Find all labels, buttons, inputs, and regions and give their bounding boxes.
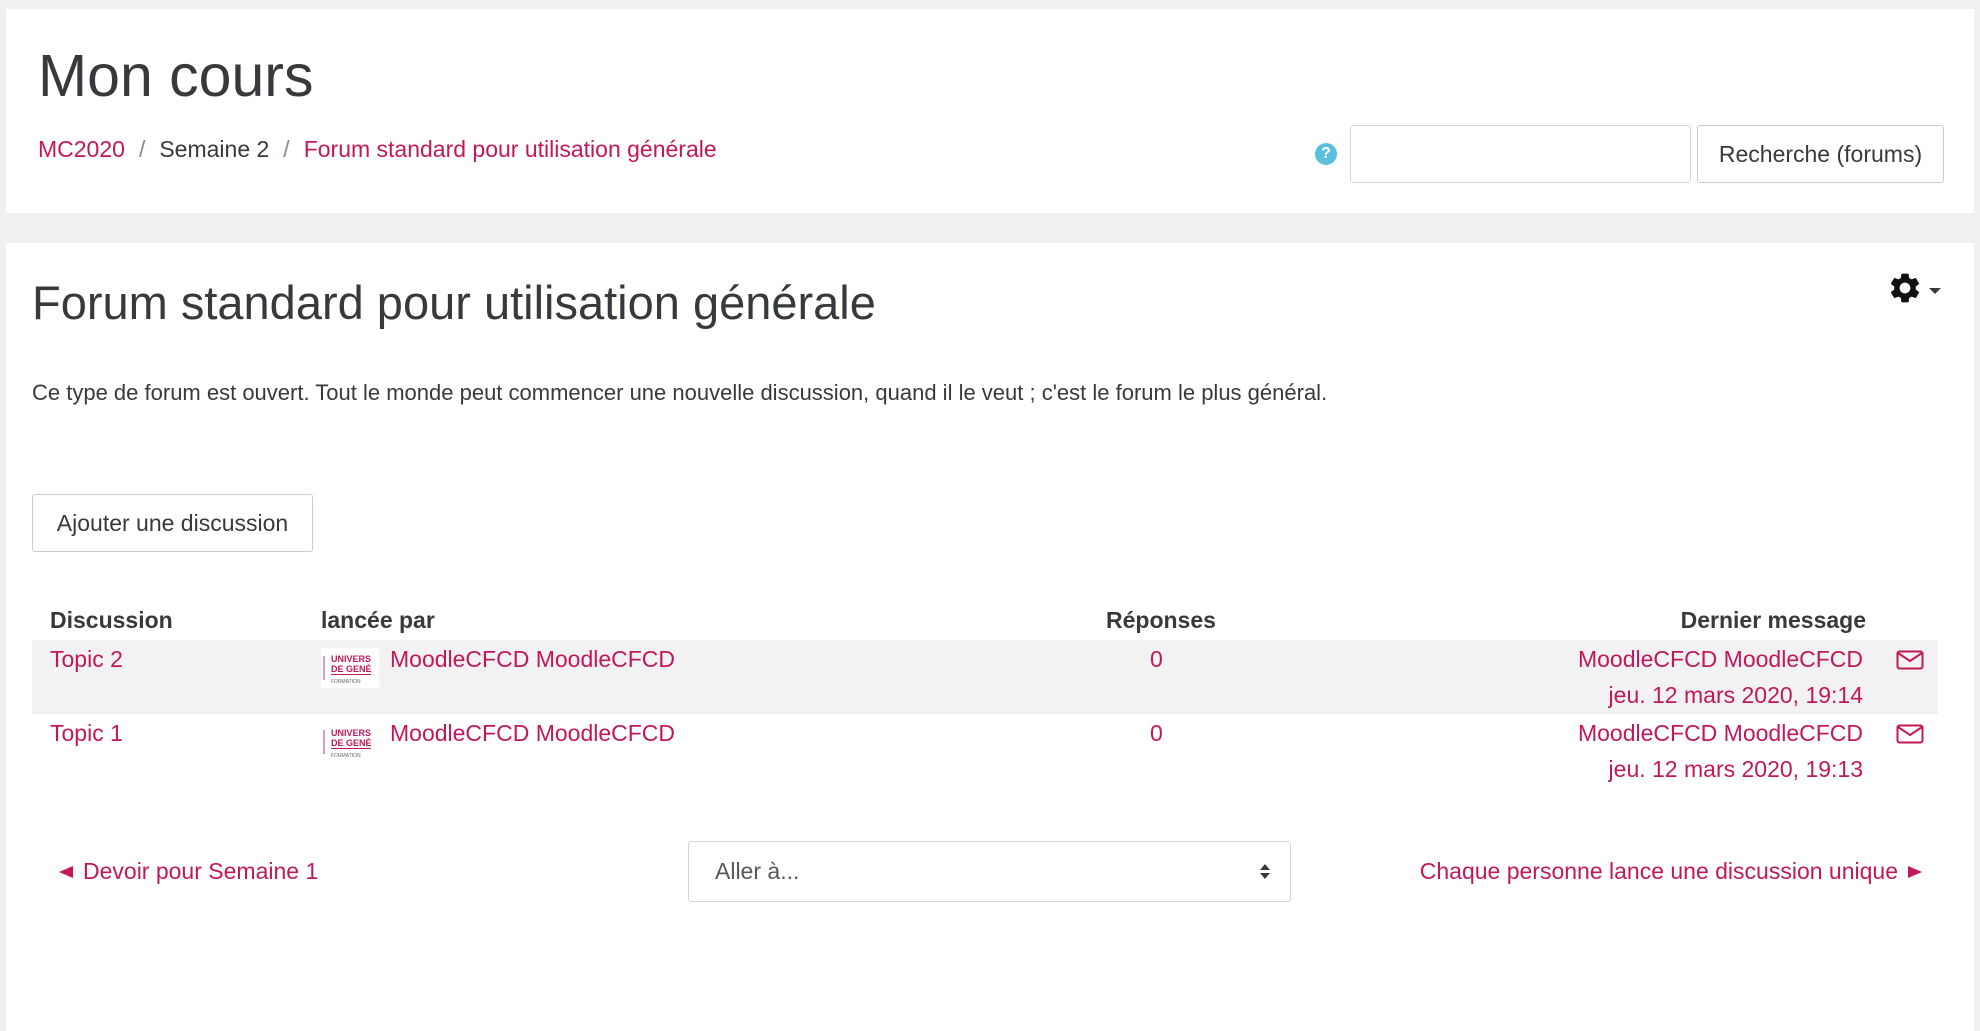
breadcrumb-forum[interactable]: Forum standard pour utilisation générale bbox=[304, 136, 717, 163]
svg-text:UNIVERS: UNIVERS bbox=[331, 654, 371, 664]
page-title: Mon cours bbox=[38, 43, 314, 109]
table-row: Topic 2 UNIVERS DE GENÈ FORMATION Moodle… bbox=[32, 640, 1938, 714]
author-link[interactable]: MoodleCFCD MoodleCFCD bbox=[390, 720, 675, 747]
forum-intro: Ce type de forum est ouvert. Tout le mon… bbox=[32, 380, 1328, 405]
svg-text:FORMATION: FORMATION bbox=[331, 753, 361, 759]
add-discussion-button[interactable]: Ajouter une discussion bbox=[32, 494, 313, 552]
avatar[interactable]: UNIVERS DE GENÈ FORMATION bbox=[321, 722, 379, 762]
topic-link[interactable]: Topic 1 bbox=[50, 720, 123, 747]
envelope-icon[interactable] bbox=[1896, 724, 1924, 744]
column-header-started-by: lancée par bbox=[321, 607, 435, 633]
main-content bbox=[6, 243, 1974, 1031]
next-activity-label: Chaque personne lance une discussion uni… bbox=[1419, 858, 1898, 884]
select-arrows-icon bbox=[1260, 864, 1270, 879]
breadcrumb: MC2020 / Semaine 2 / Forum standard pour… bbox=[38, 136, 717, 163]
search-input[interactable] bbox=[1350, 125, 1691, 183]
arrow-left-icon bbox=[59, 865, 73, 878]
table-row: Topic 1 UNIVERS DE GENÈ FORMATION Moodle… bbox=[32, 714, 1938, 788]
previous-activity-label: Devoir pour Semaine 1 bbox=[83, 858, 319, 884]
settings-menu-button[interactable] bbox=[1887, 270, 1941, 311]
column-header-replies: Réponses bbox=[1106, 607, 1216, 633]
forum-title: Forum standard pour utilisation générale bbox=[32, 276, 876, 329]
column-header-last-post: Dernier message bbox=[1680, 607, 1866, 633]
breadcrumb-course[interactable]: MC2020 bbox=[38, 136, 125, 163]
last-post-date[interactable]: jeu. 12 mars 2020, 19:14 bbox=[1609, 682, 1863, 709]
replies-count[interactable]: 0 bbox=[1150, 646, 1163, 673]
envelope-icon[interactable] bbox=[1896, 650, 1924, 670]
previous-activity-link[interactable]: Devoir pour Semaine 1 bbox=[59, 858, 318, 885]
avatar[interactable]: UNIVERS DE GENÈ FORMATION bbox=[321, 648, 379, 688]
arrow-right-icon bbox=[1908, 865, 1922, 878]
caret-down-icon bbox=[1929, 287, 1941, 294]
last-post-date[interactable]: jeu. 12 mars 2020, 19:13 bbox=[1609, 756, 1863, 783]
svg-text:DE GENÈ: DE GENÈ bbox=[331, 664, 372, 674]
search-forums-button[interactable]: Recherche (forums) bbox=[1697, 125, 1944, 183]
svg-text:DE GENÈ: DE GENÈ bbox=[331, 738, 372, 748]
jump-to-select[interactable]: Aller à... bbox=[688, 841, 1291, 902]
last-post-author[interactable]: MoodleCFCD MoodleCFCD bbox=[1578, 720, 1863, 747]
svg-text:UNIVERS: UNIVERS bbox=[331, 728, 371, 738]
page-header: Mon cours MC2020 / Semaine 2 / Forum sta… bbox=[6, 9, 1974, 213]
topic-link[interactable]: Topic 2 bbox=[50, 646, 123, 673]
replies-count[interactable]: 0 bbox=[1150, 720, 1163, 747]
next-activity-link[interactable]: Chaque personne lance une discussion uni… bbox=[1420, 858, 1922, 885]
last-post-author[interactable]: MoodleCFCD MoodleCFCD bbox=[1578, 646, 1863, 673]
breadcrumb-section: Semaine 2 bbox=[159, 136, 270, 162]
column-header-discussion: Discussion bbox=[50, 607, 173, 633]
jump-to-value: Aller à... bbox=[715, 858, 800, 884]
question-circle-icon[interactable]: ? bbox=[1315, 143, 1337, 165]
svg-text:FORMATION: FORMATION bbox=[331, 679, 361, 685]
gear-icon bbox=[1887, 270, 1923, 311]
author-link[interactable]: MoodleCFCD MoodleCFCD bbox=[390, 646, 675, 673]
breadcrumb-separator: / bbox=[283, 136, 290, 162]
breadcrumb-separator: / bbox=[138, 136, 146, 162]
